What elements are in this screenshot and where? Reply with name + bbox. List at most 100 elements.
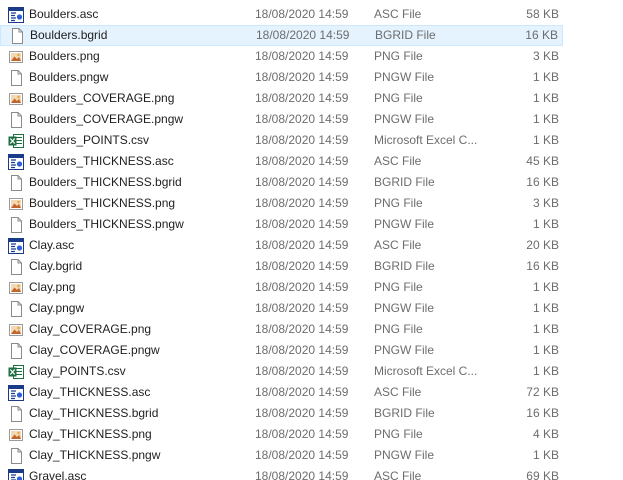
- file-type: BGRID File: [374, 259, 435, 273]
- file-size: 1 KB: [532, 448, 559, 462]
- file-date-modified: 18/08/2020 14:59: [255, 364, 349, 378]
- file-name: Clay_THICKNESS.pngw: [29, 448, 161, 462]
- file-name: Boulders.pngw: [29, 70, 109, 84]
- file-name: Boulders_COVERAGE.png: [29, 91, 175, 105]
- file-row[interactable]: Clay_COVERAGE.pngw 18/08/2020 14:59 PNGW…: [0, 340, 563, 361]
- file-type: ASC File: [374, 469, 422, 480]
- file-type: PNG File: [374, 91, 423, 105]
- file-type: PNGW File: [374, 301, 434, 315]
- file-row[interactable]: Clay_THICKNESS.pngw 18/08/2020 14:59 PNG…: [0, 445, 563, 466]
- file-row[interactable]: Boulders_THICKNESS.pngw 18/08/2020 14:59…: [0, 214, 563, 235]
- file-type: ASC File: [374, 238, 422, 252]
- file-size: 1 KB: [532, 322, 559, 336]
- file-row[interactable]: Clay_THICKNESS.png 18/08/2020 14:59 PNG …: [0, 424, 563, 445]
- file-size: 3 KB: [532, 49, 559, 63]
- asc-icon: [8, 7, 24, 23]
- file-row[interactable]: Boulders.png 18/08/2020 14:59 PNG File 3…: [0, 46, 563, 67]
- file-list: Boulders.asc 18/08/2020 14:59 ASC File 5…: [0, 0, 623, 480]
- asc-icon: [8, 469, 24, 480]
- file-row[interactable]: Clay_POINTS.csv 18/08/2020 14:59 Microso…: [0, 361, 563, 382]
- file-row[interactable]: Boulders_POINTS.csv 18/08/2020 14:59 Mic…: [0, 130, 563, 151]
- blank-file-icon: [8, 217, 24, 233]
- blank-file-icon: [8, 112, 24, 128]
- png-icon: [8, 322, 24, 338]
- file-date-modified: 18/08/2020 14:59: [255, 133, 349, 147]
- file-row[interactable]: Clay.pngw 18/08/2020 14:59 PNGW File 1 K…: [0, 298, 563, 319]
- file-name: Gravel.asc: [29, 469, 87, 480]
- file-date-modified: 18/08/2020 14:59: [255, 385, 349, 399]
- file-date-modified: 18/08/2020 14:59: [255, 154, 349, 168]
- file-type: PNGW File: [374, 448, 434, 462]
- file-row[interactable]: Clay.asc 18/08/2020 14:59 ASC File 20 KB: [0, 235, 563, 256]
- file-type: BGRID File: [374, 406, 435, 420]
- file-date-modified: 18/08/2020 14:59: [255, 448, 349, 462]
- blank-file-icon: [8, 448, 24, 464]
- file-date-modified: 18/08/2020 14:59: [255, 343, 349, 357]
- file-size: 58 KB: [526, 7, 559, 21]
- file-row[interactable]: Boulders_COVERAGE.png 18/08/2020 14:59 P…: [0, 88, 563, 109]
- file-size: 1 KB: [532, 343, 559, 357]
- file-type: BGRID File: [375, 28, 436, 42]
- file-size: 1 KB: [532, 217, 559, 231]
- file-size: 69 KB: [526, 469, 559, 480]
- file-row[interactable]: Boulders_THICKNESS.bgrid 18/08/2020 14:5…: [0, 172, 563, 193]
- file-name: Clay.png: [29, 280, 76, 294]
- blank-file-icon: [8, 175, 24, 191]
- file-name: Clay_POINTS.csv: [29, 364, 126, 378]
- file-row[interactable]: Clay.bgrid 18/08/2020 14:59 BGRID File 1…: [0, 256, 563, 277]
- file-name: Clay_THICKNESS.png: [29, 427, 152, 441]
- file-size: 45 KB: [526, 154, 559, 168]
- file-row[interactable]: Clay_THICKNESS.asc 18/08/2020 14:59 ASC …: [0, 382, 563, 403]
- file-date-modified: 18/08/2020 14:59: [255, 406, 349, 420]
- blank-file-icon: [8, 259, 24, 275]
- file-name: Boulders_THICKNESS.asc: [29, 154, 174, 168]
- png-icon: [8, 49, 24, 65]
- file-size: 16 KB: [526, 175, 559, 189]
- file-type: PNGW File: [374, 217, 434, 231]
- blank-file-icon: [8, 406, 24, 422]
- file-name: Clay_COVERAGE.png: [29, 322, 152, 336]
- file-date-modified: 18/08/2020 14:59: [255, 217, 349, 231]
- file-name: Boulders_POINTS.csv: [29, 133, 150, 147]
- file-date-modified: 18/08/2020 14:59: [255, 469, 349, 480]
- file-date-modified: 18/08/2020 14:59: [255, 259, 349, 273]
- file-date-modified: 18/08/2020 14:59: [255, 112, 349, 126]
- file-date-modified: 18/08/2020 14:59: [255, 7, 349, 21]
- file-row[interactable]: Boulders.asc 18/08/2020 14:59 ASC File 5…: [0, 4, 563, 25]
- file-size: 20 KB: [526, 238, 559, 252]
- file-type: ASC File: [374, 385, 422, 399]
- file-name: Boulders_COVERAGE.pngw: [29, 112, 184, 126]
- file-date-modified: 18/08/2020 14:59: [255, 91, 349, 105]
- file-size: 16 KB: [526, 406, 559, 420]
- file-row[interactable]: Boulders.bgrid 18/08/2020 14:59 BGRID Fi…: [0, 25, 563, 46]
- file-row[interactable]: Gravel.asc 18/08/2020 14:59 ASC File 69 …: [0, 466, 563, 480]
- file-name: Clay.asc: [29, 238, 75, 252]
- file-date-modified: 18/08/2020 14:59: [255, 196, 349, 210]
- file-type: PNG File: [374, 196, 423, 210]
- file-size: 72 KB: [526, 385, 559, 399]
- file-row[interactable]: Clay_THICKNESS.bgrid 18/08/2020 14:59 BG…: [0, 403, 563, 424]
- file-row[interactable]: Boulders_THICKNESS.png 18/08/2020 14:59 …: [0, 193, 563, 214]
- file-type: ASC File: [374, 154, 422, 168]
- file-type: Microsoft Excel C...: [374, 133, 478, 147]
- file-row[interactable]: Clay_COVERAGE.png 18/08/2020 14:59 PNG F…: [0, 319, 563, 340]
- file-name: Clay.pngw: [29, 301, 85, 315]
- excel-icon: [8, 364, 24, 380]
- file-row[interactable]: Boulders_THICKNESS.asc 18/08/2020 14:59 …: [0, 151, 563, 172]
- file-date-modified: 18/08/2020 14:59: [255, 70, 349, 84]
- file-date-modified: 18/08/2020 14:59: [255, 49, 349, 63]
- file-name: Clay_THICKNESS.asc: [29, 385, 151, 399]
- file-size: 1 KB: [532, 112, 559, 126]
- file-name: Boulders.asc: [29, 7, 99, 21]
- file-name: Boulders_THICKNESS.pngw: [29, 217, 184, 231]
- file-type: PNG File: [374, 280, 423, 294]
- file-date-modified: 18/08/2020 14:59: [255, 322, 349, 336]
- blank-file-icon: [8, 301, 24, 317]
- file-row[interactable]: Boulders.pngw 18/08/2020 14:59 PNGW File…: [0, 67, 563, 88]
- file-row[interactable]: Clay.png 18/08/2020 14:59 PNG File 1 KB: [0, 277, 563, 298]
- file-type: PNG File: [374, 322, 423, 336]
- file-row[interactable]: Boulders_COVERAGE.pngw 18/08/2020 14:59 …: [0, 109, 563, 130]
- file-size: 1 KB: [532, 301, 559, 315]
- file-size: 1 KB: [532, 280, 559, 294]
- file-date-modified: 18/08/2020 14:59: [255, 238, 349, 252]
